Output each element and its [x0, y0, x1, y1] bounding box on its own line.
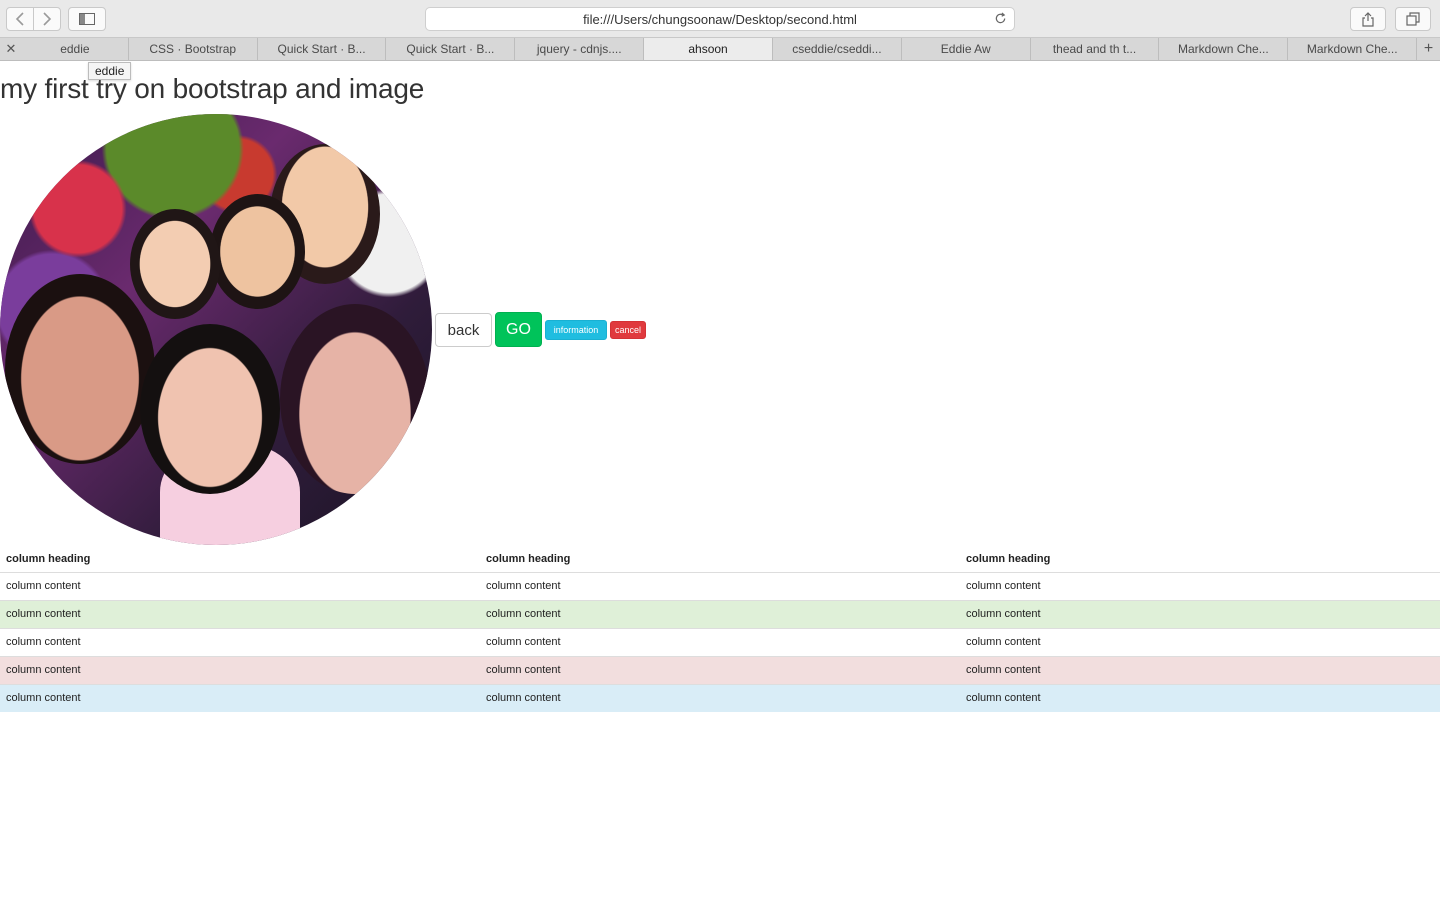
table-cell: column content	[0, 571, 480, 600]
table-cell: column content	[960, 599, 1440, 628]
tab-cseddie[interactable]: cseddie/cseddi...	[771, 38, 901, 60]
go-button[interactable]: GO	[495, 312, 542, 347]
sidebar-toggle-button[interactable]	[68, 7, 106, 31]
family-photo	[0, 114, 432, 545]
table-row: column content column content column con…	[0, 683, 1440, 712]
tab-markdown-2[interactable]: Markdown Che...	[1287, 38, 1416, 60]
table-cell: column content	[0, 599, 480, 628]
table-cell: column content	[480, 627, 960, 656]
information-button[interactable]: information	[545, 320, 607, 340]
column-heading: column heading	[960, 546, 1440, 573]
data-table: column heading column heading column hea…	[0, 546, 1440, 712]
table-row: column content column content column con…	[0, 655, 1440, 684]
back-button[interactable]: back	[435, 313, 492, 347]
table-cell: column content	[960, 683, 1440, 712]
reload-icon[interactable]	[994, 12, 1007, 28]
tab-markdown-1[interactable]: Markdown Che...	[1158, 38, 1287, 60]
table-cell: column content	[480, 571, 960, 600]
tabs-overview-icon	[1406, 12, 1420, 26]
tab-thead[interactable]: thead and th t...	[1029, 38, 1159, 60]
table-row: column content column content column con…	[0, 627, 1440, 656]
column-heading: column heading	[0, 546, 480, 573]
address-bar[interactable]: file:///Users/chungsoonaw/Desktop/second…	[425, 7, 1015, 31]
url-text: file:///Users/chungsoonaw/Desktop/second…	[583, 11, 857, 27]
tab-css-bootstrap[interactable]: CSS · Bootstrap	[127, 38, 257, 60]
tab-bar: ✕ eddie CSS · Bootstrap Quick Start · B.…	[0, 38, 1440, 61]
table-cell: column content	[960, 627, 1440, 656]
share-button[interactable]	[1350, 7, 1386, 31]
tab-quick-start-1[interactable]: Quick Start · B...	[256, 38, 386, 60]
table-row: column content column content column con…	[0, 571, 1440, 600]
forward-nav-button[interactable]	[33, 7, 61, 31]
column-heading: column heading	[480, 546, 960, 573]
sidebar-icon	[79, 13, 95, 25]
tab-eddie-aw[interactable]: Eddie Aw	[900, 38, 1030, 60]
chevron-left-icon	[15, 12, 24, 26]
tab-jquery-cdnjs[interactable]: jquery - cdnjs....	[514, 38, 643, 60]
page-title: my first try on bootstrap and image	[0, 73, 425, 104]
table-cell: column content	[480, 655, 960, 684]
table-cell: column content	[0, 627, 480, 656]
new-tab-icon[interactable]: +	[1416, 38, 1440, 60]
table-cell: column content	[0, 683, 480, 712]
table-cell: column content	[480, 599, 960, 628]
table-cell: column content	[960, 655, 1440, 684]
cancel-button[interactable]: cancel	[610, 321, 646, 339]
tab-quick-start-2[interactable]: Quick Start · B...	[385, 38, 514, 60]
tab-ahsoon[interactable]: ahsoon	[643, 38, 772, 60]
tab-eddie[interactable]: eddie	[22, 38, 128, 60]
share-icon	[1362, 11, 1374, 27]
show-tabs-button[interactable]	[1395, 7, 1431, 31]
back-nav-button[interactable]	[6, 7, 34, 31]
table-cell: column content	[0, 655, 480, 684]
table-cell: column content	[480, 683, 960, 712]
table-header-row: column heading column heading column hea…	[0, 546, 1440, 573]
table-row: column content column content column con…	[0, 599, 1440, 628]
close-tab-icon[interactable]: ✕	[0, 38, 22, 60]
browser-toolbar: file:///Users/chungsoonaw/Desktop/second…	[0, 0, 1440, 38]
table-cell: column content	[960, 571, 1440, 600]
chevron-right-icon	[43, 12, 52, 26]
